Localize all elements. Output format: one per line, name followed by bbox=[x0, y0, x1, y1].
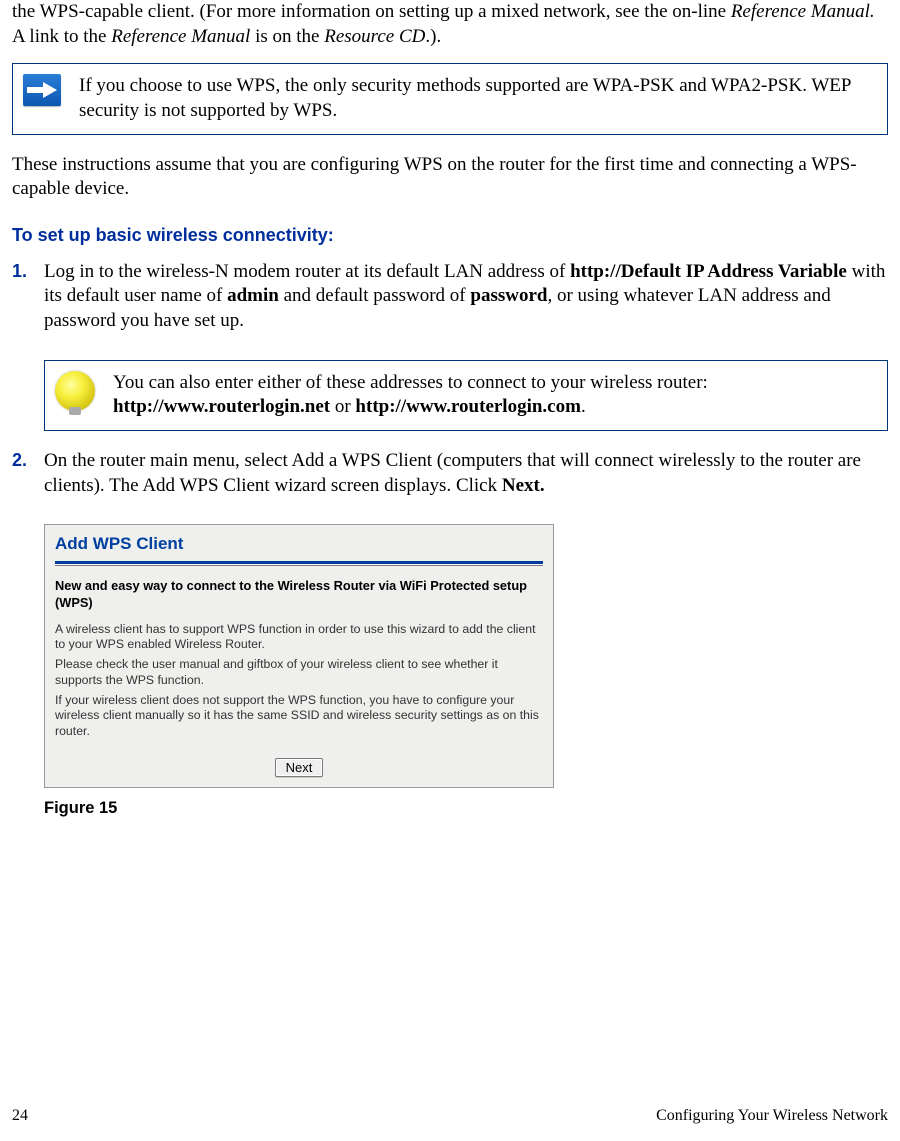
resource-cd-italic: Resource CD bbox=[324, 26, 425, 47]
step-text: and default password of bbox=[279, 285, 471, 306]
step-1: 1. Log in to the wireless-N modem router… bbox=[12, 260, 888, 346]
password-bold: password bbox=[470, 285, 547, 306]
section-heading: To set up basic wireless connectivity: bbox=[12, 224, 888, 247]
intro-paragraph-continued: the WPS-capable client. (For more inform… bbox=[12, 0, 888, 49]
next-button[interactable]: Next bbox=[275, 758, 324, 777]
window-title: Add WPS Client bbox=[55, 531, 543, 559]
figure-caption: Figure 15 bbox=[44, 798, 888, 819]
step-number: 2. bbox=[12, 449, 44, 472]
add-wps-client-window: Add WPS Client New and easy way to conne… bbox=[44, 524, 554, 788]
tip-text: You can also enter either of these addre… bbox=[113, 371, 873, 420]
window-subheading: New and easy way to connect to the Wirel… bbox=[55, 578, 543, 611]
step-text: Log in to the wireless-N modem router at… bbox=[44, 261, 570, 282]
intro-text: .). bbox=[425, 26, 441, 47]
ref-manual-italic: Reference Manual bbox=[111, 26, 250, 47]
tip-text-part: . bbox=[581, 396, 586, 417]
title-divider bbox=[55, 561, 543, 564]
next-bold: Next. bbox=[502, 475, 545, 496]
bulb-icon-container bbox=[55, 371, 95, 411]
info-callout: If you choose to use WPS, the only secur… bbox=[12, 63, 888, 134]
lightbulb-icon bbox=[55, 371, 95, 411]
page-footer: 24 Configuring Your Wireless Network bbox=[12, 1106, 888, 1127]
screenshot-figure: Add WPS Client New and easy way to conne… bbox=[44, 524, 888, 788]
intro-text: is on the bbox=[250, 26, 324, 47]
window-paragraph: If your wireless client does not support… bbox=[55, 693, 543, 739]
window-paragraph: A wireless client has to support WPS fun… bbox=[55, 622, 543, 653]
button-row: Next bbox=[55, 744, 543, 777]
page-number: 24 bbox=[12, 1106, 28, 1127]
tip-text-part: You can also enter either of these addre… bbox=[113, 372, 708, 393]
step-2: 2. On the router main menu, select Add a… bbox=[12, 449, 888, 510]
admin-bold: admin bbox=[227, 285, 279, 306]
window-paragraph: Please check the user manual and giftbox… bbox=[55, 657, 543, 688]
tip-callout: You can also enter either of these addre… bbox=[44, 360, 888, 431]
chapter-title: Configuring Your Wireless Network bbox=[656, 1106, 888, 1127]
step-number: 1. bbox=[12, 260, 44, 283]
instructions-assumption: These instructions assume that you are c… bbox=[12, 153, 888, 202]
ref-manual-italic: Reference Manual. bbox=[731, 1, 875, 22]
step-text: On the router main menu, select Add a WP… bbox=[44, 450, 861, 496]
tip-text-part: or bbox=[330, 396, 355, 417]
arrow-icon bbox=[23, 74, 61, 106]
arrow-icon-container bbox=[23, 74, 61, 106]
routerlogin-net-bold: http://www.routerlogin.net bbox=[113, 396, 330, 417]
step-2-text: On the router main menu, select Add a WP… bbox=[44, 449, 888, 498]
intro-text: the WPS-capable client. (For more inform… bbox=[12, 1, 731, 22]
intro-text: A link to the bbox=[12, 26, 111, 47]
default-ip-bold: http://Default IP Address Variable bbox=[570, 261, 847, 282]
callout-text: If you choose to use WPS, the only secur… bbox=[79, 74, 873, 123]
step-1-text: Log in to the wireless-N modem router at… bbox=[44, 260, 888, 334]
routerlogin-com-bold: http://www.routerlogin.com bbox=[355, 396, 581, 417]
